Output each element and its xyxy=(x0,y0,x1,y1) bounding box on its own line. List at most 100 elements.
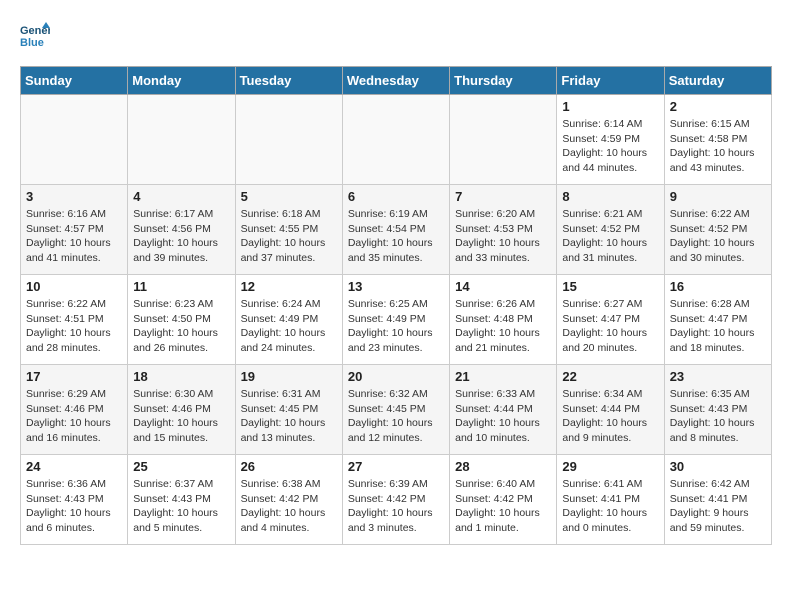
day-info: Sunrise: 6:27 AMSunset: 4:47 PMDaylight:… xyxy=(562,297,658,356)
day-cell: 7 Sunrise: 6:20 AMSunset: 4:53 PMDaylight… xyxy=(450,185,557,275)
day-number: 24 xyxy=(26,459,122,474)
day-info: Sunrise: 6:29 AMSunset: 4:46 PMDaylight:… xyxy=(26,387,122,446)
week-row-4: 17Sunrise: 6:29 AMSunset: 4:46 PMDayligh… xyxy=(21,365,772,455)
day-info: Sunrise: 6:26 AMSunset: 4:48 PMDaylight:… xyxy=(455,297,551,356)
day-cell xyxy=(235,95,342,185)
week-row-1: 1 Sunrise: 6:14 AMSunset: 4:59 PMDaylight… xyxy=(21,95,772,185)
day-number: 21 xyxy=(455,369,551,384)
day-number: 28 xyxy=(455,459,551,474)
day-cell: 16 Sunrise: 6:28 AMSunset: 4:47 PMDayligh… xyxy=(664,275,771,365)
day-number: 5 xyxy=(241,189,337,204)
day-info: Sunrise: 6:19 AMSunset: 4:54 PMDaylight:… xyxy=(348,207,444,266)
day-info: Sunrise: 6:32 AMSunset: 4:45 PMDaylight:… xyxy=(348,387,444,446)
day-info: Sunrise: 6:22 AMSunset: 4:52 PMDaylight:… xyxy=(670,207,766,266)
day-number: 3 xyxy=(26,189,122,204)
day-cell: 6 Sunrise: 6:19 AMSunset: 4:54 PMDaylight… xyxy=(342,185,449,275)
day-info: Sunrise: 6:20 AMSunset: 4:53 PMDaylight:… xyxy=(455,207,551,266)
header-cell-tuesday: Tuesday xyxy=(235,67,342,95)
day-info: Sunrise: 6:16 AMSunset: 4:57 PMDaylight:… xyxy=(26,207,122,266)
day-info: Sunrise: 6:41 AMSunset: 4:41 PMDaylight:… xyxy=(562,477,658,536)
day-number: 22 xyxy=(562,369,658,384)
day-cell: 23 Sunrise: 6:35 AMSunset: 4:43 PMDayligh… xyxy=(664,365,771,455)
day-number: 9 xyxy=(670,189,766,204)
day-info: Sunrise: 6:15 AMSunset: 4:58 PMDaylight:… xyxy=(670,117,766,176)
day-number: 4 xyxy=(133,189,229,204)
day-info: Sunrise: 6:33 AMSunset: 4:44 PMDaylight:… xyxy=(455,387,551,446)
day-info: Sunrise: 6:22 AMSunset: 4:51 PMDaylight:… xyxy=(26,297,122,356)
day-info: Sunrise: 6:25 AMSunset: 4:49 PMDaylight:… xyxy=(348,297,444,356)
header-row: SundayMondayTuesdayWednesdayThursdayFrid… xyxy=(21,67,772,95)
day-info: Sunrise: 6:37 AMSunset: 4:43 PMDaylight:… xyxy=(133,477,229,536)
day-number: 29 xyxy=(562,459,658,474)
day-cell: 17Sunrise: 6:29 AMSunset: 4:46 PMDayligh… xyxy=(21,365,128,455)
day-number: 18 xyxy=(133,369,229,384)
week-row-5: 24 Sunrise: 6:36 AMSunset: 4:43 PMDayligh… xyxy=(21,455,772,545)
day-number: 30 xyxy=(670,459,766,474)
day-cell: 18Sunrise: 6:30 AMSunset: 4:46 PMDayligh… xyxy=(128,365,235,455)
day-cell: 28 Sunrise: 6:40 AMSunset: 4:42 PMDayligh… xyxy=(450,455,557,545)
header-cell-saturday: Saturday xyxy=(664,67,771,95)
day-info: Sunrise: 6:21 AMSunset: 4:52 PMDaylight:… xyxy=(562,207,658,266)
header-cell-sunday: Sunday xyxy=(21,67,128,95)
day-info: Sunrise: 6:18 AMSunset: 4:55 PMDaylight:… xyxy=(241,207,337,266)
day-cell: 30 Sunrise: 6:42 AMSunset: 4:41 PMDayligh… xyxy=(664,455,771,545)
day-info: Sunrise: 6:35 AMSunset: 4:43 PMDaylight:… xyxy=(670,387,766,446)
day-cell: 21 Sunrise: 6:33 AMSunset: 4:44 PMDayligh… xyxy=(450,365,557,455)
day-cell xyxy=(128,95,235,185)
day-cell xyxy=(450,95,557,185)
day-number: 23 xyxy=(670,369,766,384)
day-cell: 13 Sunrise: 6:25 AMSunset: 4:49 PMDayligh… xyxy=(342,275,449,365)
day-info: Sunrise: 6:14 AMSunset: 4:59 PMDaylight:… xyxy=(562,117,658,176)
day-cell: 10 Sunrise: 6:22 AMSunset: 4:51 PMDayligh… xyxy=(21,275,128,365)
day-cell: 11Sunrise: 6:23 AMSunset: 4:50 PMDayligh… xyxy=(128,275,235,365)
week-row-3: 10 Sunrise: 6:22 AMSunset: 4:51 PMDayligh… xyxy=(21,275,772,365)
logo: General Blue xyxy=(20,20,54,50)
day-number: 2 xyxy=(670,99,766,114)
day-cell: 19 Sunrise: 6:31 AMSunset: 4:45 PMDayligh… xyxy=(235,365,342,455)
day-number: 27 xyxy=(348,459,444,474)
day-cell: 14 Sunrise: 6:26 AMSunset: 4:48 PMDayligh… xyxy=(450,275,557,365)
day-cell: 27Sunrise: 6:39 AMSunset: 4:42 PMDayligh… xyxy=(342,455,449,545)
svg-text:Blue: Blue xyxy=(20,37,44,49)
day-cell: 5 Sunrise: 6:18 AMSunset: 4:55 PMDaylight… xyxy=(235,185,342,275)
day-info: Sunrise: 6:31 AMSunset: 4:45 PMDaylight:… xyxy=(241,387,337,446)
day-number: 7 xyxy=(455,189,551,204)
day-number: 25 xyxy=(133,459,229,474)
day-cell: 24 Sunrise: 6:36 AMSunset: 4:43 PMDayligh… xyxy=(21,455,128,545)
day-cell: 20 Sunrise: 6:32 AMSunset: 4:45 PMDayligh… xyxy=(342,365,449,455)
header-cell-thursday: Thursday xyxy=(450,67,557,95)
day-info: Sunrise: 6:40 AMSunset: 4:42 PMDaylight:… xyxy=(455,477,551,536)
day-number: 12 xyxy=(241,279,337,294)
day-info: Sunrise: 6:28 AMSunset: 4:47 PMDaylight:… xyxy=(670,297,766,356)
day-number: 26 xyxy=(241,459,337,474)
day-number: 6 xyxy=(348,189,444,204)
header-cell-wednesday: Wednesday xyxy=(342,67,449,95)
day-cell: 15 Sunrise: 6:27 AMSunset: 4:47 PMDayligh… xyxy=(557,275,664,365)
day-number: 14 xyxy=(455,279,551,294)
day-cell: 12 Sunrise: 6:24 AMSunset: 4:49 PMDayligh… xyxy=(235,275,342,365)
day-number: 1 xyxy=(562,99,658,114)
day-cell: 3 Sunrise: 6:16 AMSunset: 4:57 PMDaylight… xyxy=(21,185,128,275)
day-cell: 4Sunrise: 6:17 AMSunset: 4:56 PMDaylight… xyxy=(128,185,235,275)
day-cell: 26 Sunrise: 6:38 AMSunset: 4:42 PMDayligh… xyxy=(235,455,342,545)
day-cell: 9 Sunrise: 6:22 AMSunset: 4:52 PMDaylight… xyxy=(664,185,771,275)
day-info: Sunrise: 6:36 AMSunset: 4:43 PMDaylight:… xyxy=(26,477,122,536)
day-cell: 22Sunrise: 6:34 AMSunset: 4:44 PMDayligh… xyxy=(557,365,664,455)
day-number: 16 xyxy=(670,279,766,294)
day-info: Sunrise: 6:38 AMSunset: 4:42 PMDaylight:… xyxy=(241,477,337,536)
day-number: 13 xyxy=(348,279,444,294)
day-info: Sunrise: 6:42 AMSunset: 4:41 PMDaylight:… xyxy=(670,477,766,536)
logo-icon: General Blue xyxy=(20,20,50,50)
day-number: 20 xyxy=(348,369,444,384)
header-cell-friday: Friday xyxy=(557,67,664,95)
header-cell-monday: Monday xyxy=(128,67,235,95)
day-info: Sunrise: 6:24 AMSunset: 4:49 PMDaylight:… xyxy=(241,297,337,356)
day-cell: 8Sunrise: 6:21 AMSunset: 4:52 PMDaylight… xyxy=(557,185,664,275)
day-number: 15 xyxy=(562,279,658,294)
day-cell xyxy=(21,95,128,185)
day-number: 10 xyxy=(26,279,122,294)
day-number: 19 xyxy=(241,369,337,384)
day-cell: 25 Sunrise: 6:37 AMSunset: 4:43 PMDayligh… xyxy=(128,455,235,545)
week-row-2: 3 Sunrise: 6:16 AMSunset: 4:57 PMDaylight… xyxy=(21,185,772,275)
day-number: 11 xyxy=(133,279,229,294)
